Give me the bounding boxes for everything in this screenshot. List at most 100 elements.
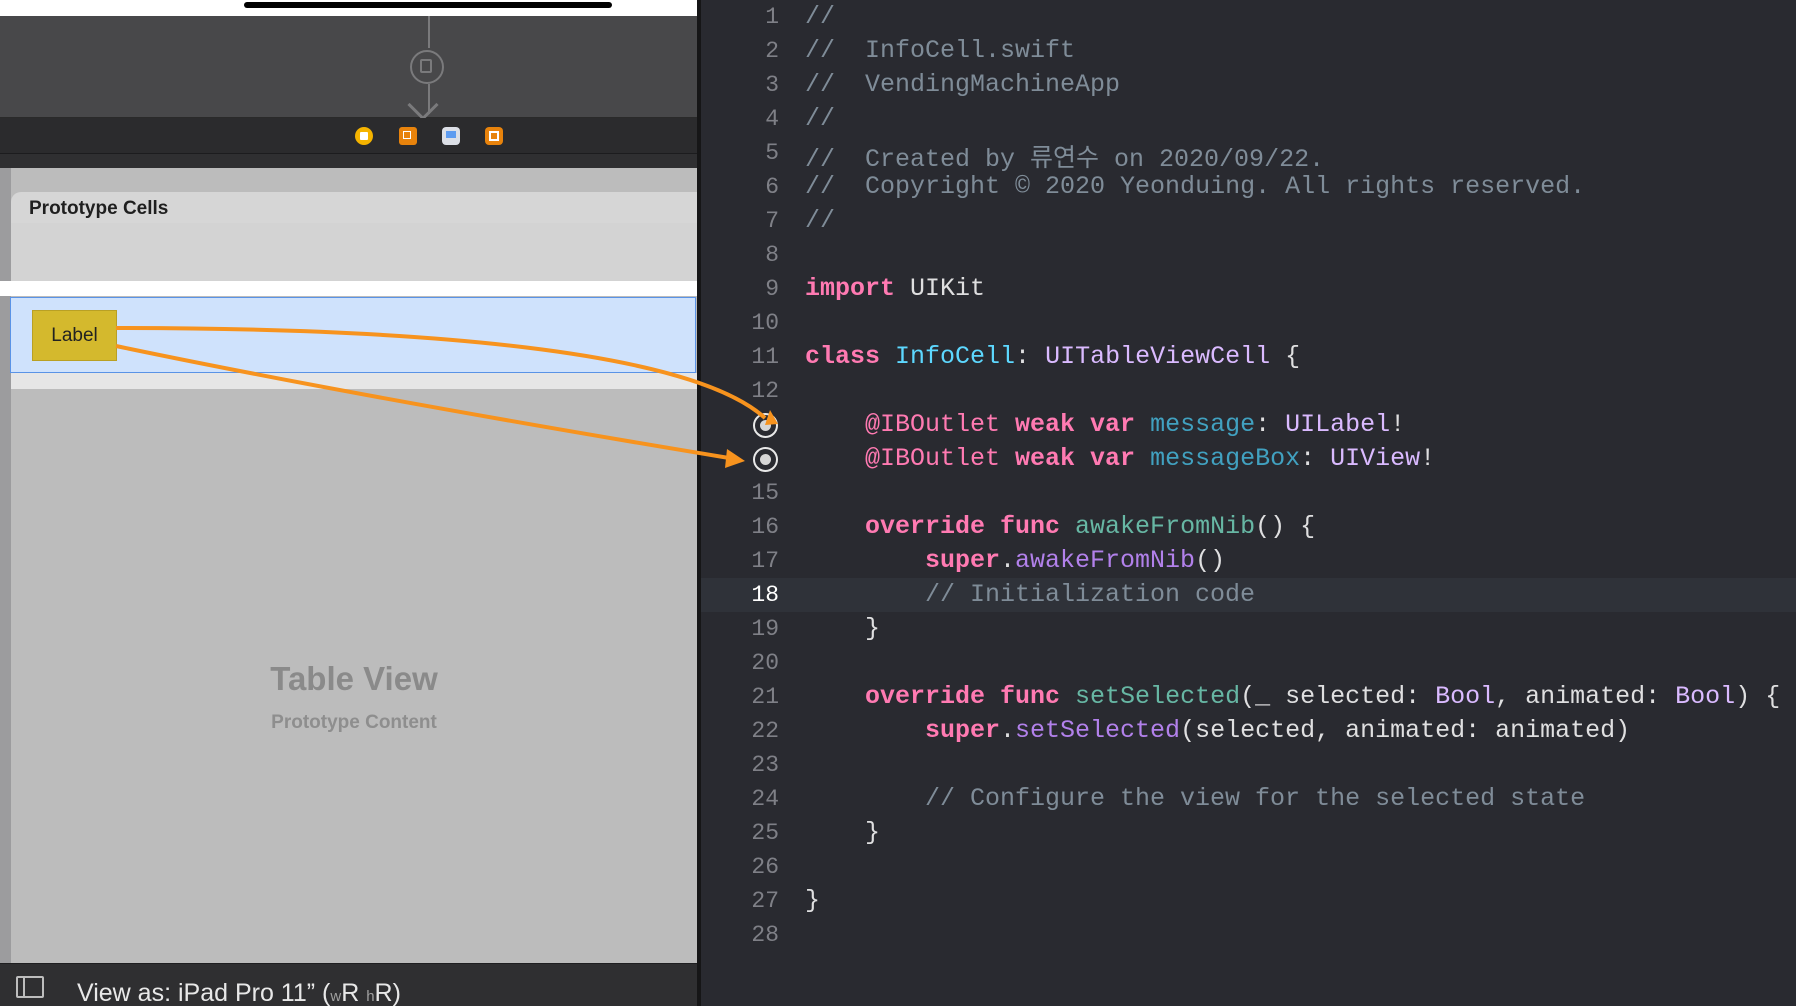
code-line[interactable]: 2 // InfoCell.swift	[701, 34, 1796, 68]
line-number: 17	[751, 548, 779, 574]
code-line[interactable]: @IBOutlet weak var messageBox: UIView!	[701, 442, 1796, 476]
code-token: }	[865, 614, 881, 643]
line-number: 26	[751, 854, 779, 880]
line-number: 5	[765, 140, 779, 166]
function-call: setSelected	[1015, 716, 1181, 745]
segue-line	[428, 16, 430, 48]
code-token: .	[1000, 546, 1016, 575]
view-as-button[interactable]: View as: iPad Pro 11” (wR hR)	[77, 979, 401, 1006]
function-name: setSelected	[1060, 682, 1241, 711]
code-token: UIKit	[895, 274, 986, 303]
keyword-token: override	[865, 682, 986, 711]
code-line[interactable]: 16 override func awakeFromNib() {	[701, 510, 1796, 544]
line-number: 16	[751, 514, 779, 540]
type-name: UIView	[1330, 444, 1421, 473]
code-line[interactable]: 19}	[701, 612, 1796, 646]
line-number: 21	[751, 684, 779, 710]
code-token: :	[1015, 342, 1046, 371]
table-view-title: Table View	[270, 660, 438, 697]
keyword-token: var	[1075, 410, 1136, 439]
code-token: !	[1420, 444, 1436, 473]
attribute-token: @IBOutlet	[865, 410, 1001, 439]
code-line[interactable]: 18 // Initialization code	[701, 578, 1796, 612]
home-indicator	[244, 2, 612, 8]
code-token: (selected, animated: animated)	[1180, 716, 1631, 745]
code-line[interactable]: 7 //	[701, 204, 1796, 238]
code-text: @IBOutlet weak var message: UILabel!	[865, 410, 1405, 439]
first-responder-icon[interactable]	[399, 127, 417, 145]
code-line[interactable]: 8	[701, 238, 1796, 272]
cell-label[interactable]: Label	[32, 310, 117, 361]
outlet-connection-dot-icon[interactable]	[753, 447, 778, 472]
code-line[interactable]: 15	[701, 476, 1796, 510]
code-line[interactable]: 23	[701, 748, 1796, 782]
code-text: class InfoCell: UITableViewCell {	[805, 342, 1300, 371]
type-name: Bool	[1435, 682, 1496, 711]
code-line[interactable]: 17 super.awakeFromNib()	[701, 544, 1796, 578]
keyword-token: weak	[1000, 410, 1076, 439]
code-line[interactable]: 10	[701, 306, 1796, 340]
storyboard-canvas[interactable]: Prototype Cells Label Table View Prototy…	[0, 0, 697, 1006]
code-text: // VendingMachineApp	[805, 70, 1120, 99]
line-number: 19	[751, 616, 779, 642]
code-line[interactable]: 28	[701, 918, 1796, 952]
comment: //	[805, 104, 836, 133]
table-view[interactable]: Prototype Cells Label Table View Prototy…	[0, 168, 697, 963]
keyword-token: func	[985, 682, 1061, 711]
segue-relationship-icon[interactable]	[410, 50, 444, 84]
line-number: 10	[751, 310, 779, 336]
view-icon[interactable]	[442, 127, 460, 145]
code-token: :	[1255, 410, 1286, 439]
code-line[interactable]: 25}	[701, 816, 1796, 850]
prototype-cells-header-area	[11, 223, 697, 281]
outlet-connection-dot-icon[interactable]	[753, 413, 778, 438]
line-number: 6	[765, 174, 779, 200]
code-line[interactable]: 4 //	[701, 102, 1796, 136]
code-text: // Created by 류연수 on 2020/09/22.	[805, 138, 1324, 174]
code-line[interactable]: 6 // Copyright © 2020 Yeonduing. All righ…	[701, 170, 1796, 204]
property-name: messageBox	[1135, 444, 1301, 473]
cell-bottom-separator	[11, 373, 697, 389]
cell-separator	[0, 281, 697, 296]
view-controller-icon[interactable]	[355, 127, 373, 145]
line-number: 9	[765, 276, 779, 302]
type-name: UILabel	[1285, 410, 1391, 439]
line-number: 3	[765, 72, 779, 98]
code-line[interactable]: @IBOutlet weak var message: UILabel!	[701, 408, 1796, 442]
code-line[interactable]: 3 // VendingMachineApp	[701, 68, 1796, 102]
code-line[interactable]: 20	[701, 646, 1796, 680]
document-outline-toggle-icon[interactable]	[16, 976, 44, 998]
code-line[interactable]: 27}	[701, 884, 1796, 918]
code-line[interactable]: 9 import UIKit	[701, 272, 1796, 306]
code-line[interactable]: 1 //	[701, 0, 1796, 34]
code-line[interactable]: 26	[701, 850, 1796, 884]
code-token: }	[805, 886, 821, 915]
code-line[interactable]: 5 // Created by 류연수 on 2020/09/22.	[701, 136, 1796, 174]
width-class-r: R	[341, 979, 367, 1006]
code-line[interactable]: 21 override func setSelected(_ selected: …	[701, 680, 1796, 714]
line-number: 20	[751, 650, 779, 676]
segue-area	[0, 16, 697, 121]
code-line[interactable]: 12	[701, 374, 1796, 408]
line-number: 22	[751, 718, 779, 744]
code-text: override func awakeFromNib() {	[865, 512, 1315, 541]
code-line[interactable]: 11 class InfoCell: UITableViewCell {	[701, 340, 1796, 374]
height-class-h: h	[366, 988, 375, 1005]
line-number: 28	[751, 922, 779, 948]
code-token: (_ selected:	[1240, 682, 1436, 711]
code-editor[interactable]: 1 // 2 // InfoCell.swift 3 // VendingMachineA…	[701, 0, 1796, 1006]
keyword-token: class	[805, 342, 881, 371]
prototype-cell[interactable]: Label	[10, 297, 696, 373]
class-name: InfoCell	[880, 342, 1016, 371]
exit-icon[interactable]	[485, 127, 503, 145]
code-line[interactable]: 24 // Configure the view for the selected…	[701, 782, 1796, 816]
canvas-bottom-bar: View as: iPad Pro 11” (wR hR)	[0, 963, 697, 1006]
comment: // Copyright © 2020 Yeonduing. All right…	[805, 172, 1586, 201]
code-token: .	[1000, 716, 1016, 745]
code-text: }	[865, 818, 880, 847]
type-name: UITableViewCell	[1045, 342, 1271, 371]
code-line[interactable]: 22 super.setSelected(selected, animated: …	[701, 714, 1796, 748]
table-view-content[interactable]: Prototype Cells Label Table View Prototy…	[0, 192, 697, 963]
code-token: !	[1390, 410, 1406, 439]
code-text: }	[865, 614, 880, 643]
